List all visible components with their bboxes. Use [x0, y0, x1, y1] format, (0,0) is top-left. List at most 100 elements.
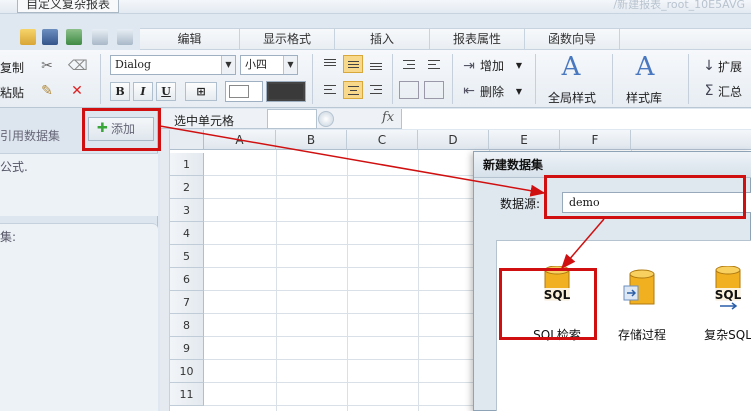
align-right-button[interactable] — [366, 81, 386, 99]
align-middle-button[interactable] — [343, 55, 363, 73]
cell-name-box[interactable] — [267, 109, 317, 129]
bold-button[interactable]: B — [110, 82, 130, 101]
dataset-section: 集: — [0, 223, 158, 411]
column-header-f[interactable]: F — [560, 130, 631, 150]
stored-procedure-icon — [623, 269, 655, 305]
cell-locate-icon[interactable] — [318, 111, 334, 127]
tab-insert[interactable]: 插入 — [335, 29, 430, 50]
grid-gutter — [160, 130, 170, 411]
row-header-10[interactable]: 10 — [170, 360, 204, 383]
border-button[interactable]: ⊞ — [185, 82, 217, 101]
highlight-sql-option — [499, 268, 597, 340]
complex-sql-label: 复杂SQL — [704, 328, 751, 342]
summary-button[interactable]: 汇总 — [718, 83, 742, 100]
font-name-value: Dialog — [115, 58, 152, 71]
row-header-6[interactable]: 6 — [170, 268, 204, 291]
font-size-select[interactable]: 小四 ▼ — [240, 55, 298, 75]
font-name-select[interactable]: Dialog ▼ — [110, 55, 236, 75]
tab-edit[interactable]: 编辑 — [140, 29, 240, 50]
format-brush-icon[interactable]: ✎ — [38, 83, 56, 99]
document-name: /新建报表_root_10E5AVG — [613, 0, 745, 11]
column-header-d[interactable]: D — [418, 130, 489, 150]
column-header-b[interactable]: B — [276, 130, 347, 150]
expand-icon: ↓ — [703, 58, 715, 74]
border-icon: ⊞ — [196, 85, 206, 98]
grid-corner[interactable] — [170, 130, 204, 150]
preview-icon[interactable] — [92, 29, 108, 45]
outdent-button[interactable] — [424, 55, 444, 73]
indent-button[interactable] — [399, 55, 419, 73]
font-size-value: 小四 — [245, 58, 267, 71]
font-color-select[interactable] — [266, 81, 306, 102]
italic-button[interactable]: I — [133, 82, 153, 101]
fx-icon[interactable]: fx — [382, 110, 394, 125]
tab-display-format[interactable]: 显示格式 — [240, 29, 335, 50]
cut-icon[interactable]: ✂ — [38, 58, 56, 74]
global-style-button[interactable]: 全局样式 — [548, 89, 596, 106]
insert-row-icon: ⇥ — [463, 58, 475, 74]
row-header-9[interactable]: 9 — [170, 337, 204, 360]
title-bar: 自定义复杂报表 /新建报表_root_10E5AVG — [0, 0, 751, 14]
row-header-8[interactable]: 8 — [170, 314, 204, 337]
formula-hint: 公式. — [0, 160, 28, 174]
stored-procedure-label: 存储过程 — [617, 328, 666, 342]
row-header-2[interactable]: 2 — [170, 176, 204, 199]
ribbon: 复制 粘贴 ✂ ✎ ⌫ ✕ Dialog ▼ 小四 ▼ B I U ⊞ ⇥ 增加… — [0, 50, 751, 108]
column-header-a[interactable]: A — [204, 130, 276, 150]
font-color-swatch — [269, 84, 303, 99]
row-header-11[interactable]: 11 — [170, 383, 204, 406]
column-header-c[interactable]: C — [347, 130, 418, 150]
row-header-7[interactable]: 7 — [170, 291, 204, 314]
tab-function-wizard[interactable]: 函数向导 — [525, 29, 620, 50]
highlight-add-button — [82, 108, 161, 151]
chevron-down-icon: ▼ — [221, 56, 235, 74]
export-icon[interactable] — [66, 29, 82, 45]
delete-row-icon: ⇤ — [463, 83, 475, 99]
print-preview-icon[interactable] — [117, 29, 133, 45]
row-header-4[interactable]: 4 — [170, 222, 204, 245]
clear-icon[interactable]: ✕ — [68, 83, 86, 99]
paste-button[interactable]: 粘贴 — [0, 84, 24, 101]
row-header-3[interactable]: 3 — [170, 199, 204, 222]
expand-button[interactable]: 扩展 — [718, 58, 742, 75]
row-header-5[interactable]: 5 — [170, 245, 204, 268]
column-header-blank — [631, 130, 751, 150]
style-library-icon[interactable]: A — [630, 52, 660, 82]
column-header-e[interactable]: E — [489, 130, 560, 150]
add-row-button[interactable]: 增加 — [480, 57, 504, 74]
copy-button[interactable]: 复制 — [0, 59, 24, 76]
merge-cells-button[interactable] — [399, 81, 419, 99]
align-center-button[interactable] — [343, 81, 363, 99]
underline-button[interactable]: U — [156, 82, 176, 101]
dataset-hint: 集: — [0, 230, 17, 244]
chevron-down-icon: ▼ — [515, 61, 523, 70]
formula-bar: 选中单元格 fx — [160, 109, 751, 129]
global-style-icon[interactable]: A — [554, 52, 588, 82]
eraser-icon[interactable]: ⌫ — [68, 58, 88, 74]
document-tab[interactable]: 自定义复杂报表 — [17, 0, 120, 13]
highlight-datasource — [544, 175, 746, 219]
tab-report-properties[interactable]: 报表属性 — [430, 29, 525, 50]
svg-text:SQL: SQL — [715, 288, 742, 302]
formula-input[interactable] — [401, 109, 751, 129]
align-top-button[interactable] — [320, 55, 340, 73]
save-icon[interactable] — [42, 29, 58, 45]
formula-section: 公式. — [0, 153, 158, 216]
chevron-down-icon: ▼ — [283, 56, 297, 74]
datasource-label: 数据源: — [500, 197, 541, 211]
fill-color-select[interactable] — [225, 81, 263, 102]
delete-row-button[interactable]: 删除 — [480, 83, 504, 100]
ribbon-tabs: 编辑 显示格式 插入 报表属性 函数向导 — [140, 28, 751, 50]
fill-color-swatch — [229, 85, 249, 98]
selected-cell-label: 选中单元格 — [174, 114, 235, 128]
dataset-panel: 引用数据集 ✚ 添加 公式. 集: — [0, 108, 158, 411]
chevron-down-icon: ▼ — [515, 87, 523, 96]
wrap-text-button[interactable] — [424, 81, 444, 99]
reference-dataset-tab[interactable]: 引用数据集 — [0, 127, 60, 144]
row-header-1[interactable]: 1 — [170, 153, 204, 176]
open-folder-icon[interactable] — [20, 29, 36, 45]
align-left-button[interactable] — [320, 81, 340, 99]
align-bottom-button[interactable] — [366, 55, 386, 73]
sum-icon: Σ — [704, 83, 714, 99]
style-library-button[interactable]: 样式库 — [626, 89, 662, 106]
